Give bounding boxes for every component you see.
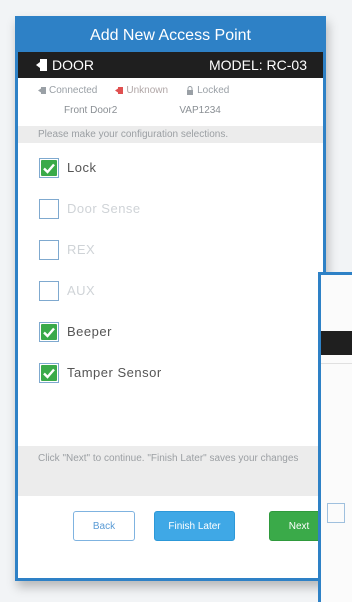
ids-row: Front Door2 VAP1234 xyxy=(18,96,323,116)
option-row[interactable]: AUX xyxy=(18,275,323,306)
status-locked: Locked xyxy=(186,85,229,96)
option-row[interactable]: Tamper Sensor xyxy=(18,357,323,388)
add-access-point-dialog: Add New Access Point DOOR MODEL: RC-03 C… xyxy=(15,16,326,581)
option-checkbox[interactable] xyxy=(39,157,59,178)
back-button[interactable]: Back xyxy=(73,511,135,541)
lock-icon xyxy=(186,86,194,95)
button-row: Back Finish Later Next xyxy=(18,511,323,551)
device-type-label: DOOR xyxy=(52,57,94,73)
option-row[interactable]: Lock xyxy=(18,152,323,183)
option-label: REX xyxy=(67,242,96,257)
options-list: Lock Door Sense REX AUX Beeper Tamper Sensor xyxy=(18,143,323,388)
background-device-bar xyxy=(321,331,352,355)
option-checkbox[interactable] xyxy=(39,362,59,383)
instruction-text: Please make your configuration selection… xyxy=(18,126,323,143)
option-row[interactable]: REX xyxy=(18,234,323,265)
option-checkbox[interactable] xyxy=(39,239,59,260)
dialog-title: Add New Access Point xyxy=(18,19,323,52)
status-row: Connected Unknown Locked xyxy=(18,78,323,96)
option-label: Lock xyxy=(67,160,97,175)
option-row[interactable]: Door Sense xyxy=(18,193,323,224)
background-dialog-edge xyxy=(318,272,352,602)
option-label: Beeper xyxy=(67,324,112,339)
option-checkbox[interactable] xyxy=(39,198,59,219)
model-label: MODEL: RC-03 xyxy=(208,57,307,73)
background-checkbox xyxy=(327,503,345,523)
footer-note: Click "Next" to continue. "Finish Later"… xyxy=(18,446,323,496)
option-checkbox[interactable] xyxy=(39,280,59,301)
door-name: Front Door2 xyxy=(64,105,118,116)
device-bar: DOOR MODEL: RC-03 xyxy=(18,52,323,78)
door-icon xyxy=(36,58,48,72)
option-label: AUX xyxy=(67,283,96,298)
status-unknown: Unknown xyxy=(115,85,168,96)
checkmark-icon xyxy=(41,364,57,381)
option-row[interactable]: Beeper xyxy=(18,316,323,347)
background-divider xyxy=(321,363,352,364)
checkmark-icon xyxy=(41,159,57,176)
vap-id: VAP1234 xyxy=(179,105,221,116)
device-type: DOOR xyxy=(36,57,94,73)
finish-later-button[interactable]: Finish Later xyxy=(154,511,235,541)
status-connected: Connected xyxy=(38,85,97,96)
option-label: Door Sense xyxy=(67,201,141,216)
option-checkbox[interactable] xyxy=(39,321,59,342)
unknown-icon xyxy=(115,86,124,95)
connected-icon xyxy=(38,86,46,95)
checkmark-icon xyxy=(41,323,57,340)
option-label: Tamper Sensor xyxy=(67,365,162,380)
